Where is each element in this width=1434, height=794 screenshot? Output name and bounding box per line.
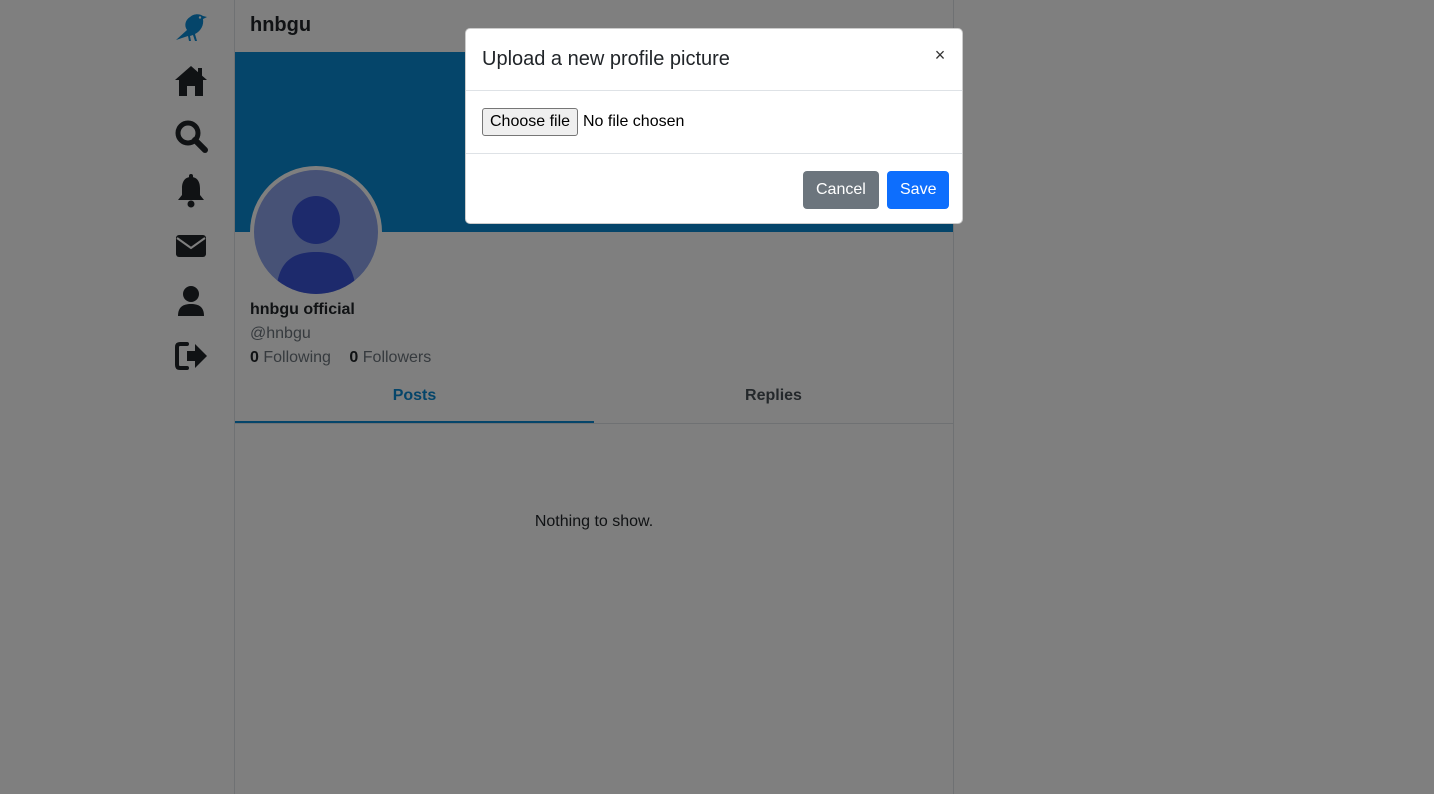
save-button[interactable]: Save xyxy=(887,171,950,209)
modal-body: Choose file No file chosen xyxy=(466,91,962,154)
choose-file-button[interactable]: Choose file xyxy=(482,108,579,136)
cancel-button[interactable]: Cancel xyxy=(803,171,879,209)
modal-title: Upload a new profile picture xyxy=(482,48,730,70)
upload-profile-picture-modal: Upload a new profile picture × Choose fi… xyxy=(465,28,963,224)
file-status: No file chosen xyxy=(583,113,685,130)
modal-header: Upload a new profile picture × xyxy=(466,29,962,91)
close-icon[interactable]: × xyxy=(928,43,952,67)
